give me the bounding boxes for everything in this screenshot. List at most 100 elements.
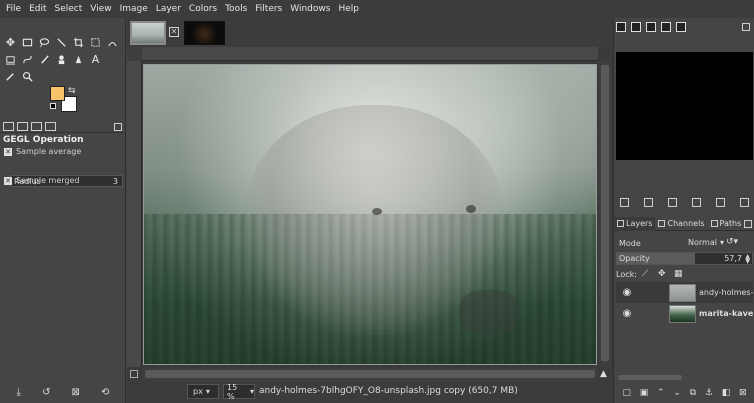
brushes-tab-icon[interactable] [616,22,626,32]
images-tab-icon[interactable] [45,122,56,131]
zoom-select[interactable]: 15 % ▾ [223,383,255,401]
text-tool-icon[interactable]: A [87,51,104,68]
lock-pixels-icon[interactable]: ⟋ [642,269,651,279]
tool-options-tab-icon[interactable] [3,122,14,131]
menu-filters[interactable]: Filters [255,4,282,14]
swap-colors-icon[interactable]: ⇆ [68,86,76,96]
clone-tool-icon[interactable] [53,51,70,68]
crop-tool-icon[interactable] [70,34,87,51]
smudge-tool-icon[interactable] [70,51,87,68]
image-tab-thumbnail[interactable] [184,21,225,45]
mode-select[interactable]: Normal ▾ [676,236,724,249]
rect-select-tool-icon[interactable] [19,34,36,51]
sample-merged-checkbox[interactable]: ✕ Sample merged [4,176,79,185]
scrollbar-thumb[interactable] [601,65,609,361]
layer-thumbnail [669,304,696,323]
sample-average-checkbox[interactable]: ✕ Sample average [4,147,81,156]
color-picker-tool-icon[interactable] [2,68,19,85]
image-tab-thumbnail-active[interactable] [130,21,166,45]
menu-view[interactable]: View [90,4,111,14]
align-tool-icon[interactable] [2,51,19,68]
foreground-color-swatch[interactable] [50,86,65,101]
mode-value: Normal [688,238,717,247]
horizontal-ruler[interactable] [142,47,598,61]
delete-brush-icon[interactable] [644,198,653,207]
delete-options-icon[interactable]: ⊠ [72,387,80,398]
zoom-tool-icon[interactable] [19,68,36,85]
tab-layers[interactable]: Layers [614,216,656,231]
image-tabs: ✕ [127,18,613,47]
mask-layer-icon[interactable]: ◧ [722,388,731,398]
menu-colors[interactable]: Colors [189,4,217,14]
lock-alpha-icon[interactable]: ▦ [674,269,683,279]
menu-edit[interactable]: Edit [29,4,46,14]
opacity-label: Opacity [619,254,650,263]
menu-windows[interactable]: Windows [290,4,330,14]
mode-reset-icon[interactable]: ↺▾ [726,237,738,247]
bear-eye [466,205,476,213]
menu-tools[interactable]: Tools [225,4,247,14]
open-brush-icon[interactable] [716,198,725,207]
brush-tool-icon[interactable] [36,51,53,68]
opacity-slider[interactable]: Opacity 57,7 ▲ ▼ [616,252,753,265]
move-tool-icon[interactable]: ✥ [2,34,19,51]
layer-row[interactable]: ◉ andy-holmes-7b [616,282,753,303]
scrollbar-thumb[interactable] [618,375,682,380]
menubar: File Edit Select View Image Layer Colors… [0,0,754,18]
duplicate-layer-icon[interactable]: ⧉ [690,388,696,398]
new-brush-icon[interactable] [620,198,629,207]
delete-layer-icon[interactable]: ⊠ [739,388,747,398]
unit-select[interactable]: px ▾ [187,384,219,399]
unified-transform-tool-icon[interactable] [87,34,104,51]
image-canvas[interactable] [143,64,597,365]
paths-tool-icon[interactable] [19,51,36,68]
lock-position-icon[interactable]: ✥ [658,269,667,279]
layer-row[interactable]: ◉ marita-kavela [616,303,753,324]
navigate-icon[interactable]: ▲ [600,369,607,379]
reset-colors-icon[interactable] [50,103,56,109]
panel-menu-icon[interactable] [742,23,750,31]
patterns-tab-icon[interactable] [631,22,641,32]
brush-preview[interactable] [616,52,753,160]
radius-value: 3 [112,176,118,186]
layer-actions: ▢ ▣ ⌃ ⌄ ⧉ ⚓ ◧ ⊠ [614,383,754,403]
save-options-icon[interactable]: ⤓ [17,387,21,398]
tab-channels[interactable]: Channels [655,217,707,231]
fonts-tab-icon[interactable] [646,22,656,32]
menu-select[interactable]: Select [55,4,83,14]
lower-layer-icon[interactable]: ⌄ [673,388,681,398]
new-layer-icon[interactable]: ▢ [622,388,631,398]
layers-horizontal-scrollbar[interactable] [616,374,753,381]
gradients-tab-icon[interactable] [661,22,671,32]
refresh-brushes-icon[interactable] [692,198,701,207]
fuzzy-select-tool-icon[interactable] [53,34,70,51]
spin-arrows-icon[interactable]: ▲ ▼ [745,254,750,265]
vertical-ruler[interactable] [127,61,142,367]
lasso-tool-icon[interactable] [36,34,53,51]
raise-layer-icon[interactable]: ⌃ [657,388,665,398]
menu-image[interactable]: Image [120,4,148,14]
anchor-layer-icon[interactable]: ⚓ [705,388,713,398]
warp-tool-icon[interactable] [104,34,121,51]
document-history-tab-icon[interactable] [676,22,686,32]
quick-mask-icon[interactable] [130,370,138,378]
restore-options-icon[interactable]: ↺ [42,387,50,398]
panel-menu-icon[interactable] [744,220,752,228]
undo-history-tab-icon[interactable] [31,122,42,131]
tab-paths[interactable]: Paths [708,217,745,231]
menu-layer[interactable]: Layer [156,4,181,14]
horizontal-scrollbar[interactable] [142,368,598,380]
new-group-icon[interactable]: ▣ [640,388,649,398]
edit-brush-icon[interactable] [668,198,677,207]
visibility-eye-icon[interactable]: ◉ [621,287,633,299]
menu-file[interactable]: File [6,4,21,14]
scrollbar-thumb[interactable] [145,370,595,378]
vertical-scrollbar[interactable] [599,61,611,367]
visibility-eye-icon[interactable]: ◉ [621,308,633,320]
panel-menu-icon[interactable] [114,123,122,131]
device-status-tab-icon[interactable] [17,122,28,131]
close-image-icon[interactable]: ✕ [169,27,179,37]
brush-folder-icon[interactable] [740,198,749,207]
reset-options-icon[interactable]: ⟲ [101,387,109,398]
menu-help[interactable]: Help [338,4,359,14]
